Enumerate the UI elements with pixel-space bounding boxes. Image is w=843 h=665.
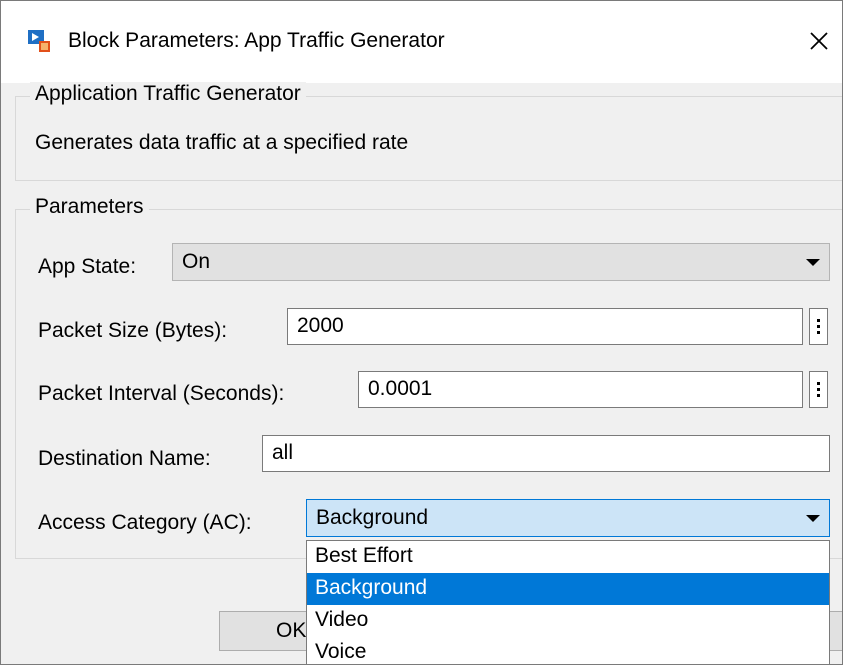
title-bar[interactable]: Block Parameters: App Traffic Generator [1, 1, 842, 83]
dialog-title: Block Parameters: App Traffic Generator [68, 29, 445, 52]
option-voice[interactable]: Voice [307, 637, 829, 664]
option-video[interactable]: Video [307, 605, 829, 637]
close-icon [810, 32, 828, 50]
option-background[interactable]: Background [307, 573, 829, 605]
block-parameters-dialog: Block Parameters: App Traffic Generator … [0, 0, 843, 665]
destination-name-input[interactable]: all [262, 435, 830, 472]
option-best-effort[interactable]: Best Effort [307, 541, 829, 573]
chevron-down-icon [806, 515, 820, 522]
packet-size-options-button[interactable] [809, 308, 828, 345]
description-group-legend: Application Traffic Generator [30, 82, 306, 106]
block-description: Generates data traffic at a specified ra… [35, 131, 409, 154]
packet-interval-input[interactable]: 0.0001 [358, 371, 803, 408]
chevron-down-icon [806, 259, 820, 266]
packet-size-label: Packet Size (Bytes): [38, 319, 228, 342]
destination-name-label: Destination Name: [38, 447, 211, 470]
packet-size-input[interactable]: 2000 [287, 308, 803, 345]
packet-interval-label: Packet Interval (Seconds): [38, 382, 285, 405]
parameters-group-legend: Parameters [30, 195, 149, 219]
access-category-select[interactable]: Background [306, 499, 830, 537]
simulink-block-icon [28, 30, 50, 52]
access-category-label: Access Category (AC): [38, 511, 252, 534]
app-state-label: App State: [38, 255, 137, 278]
app-state-select[interactable]: On [172, 243, 830, 281]
more-options-icon [817, 319, 820, 334]
close-button[interactable] [796, 15, 842, 67]
ok-button[interactable]: OK [219, 611, 314, 651]
cancel-button[interactable] [830, 611, 842, 651]
app-state-value: On [182, 250, 211, 273]
packet-interval-options-button[interactable] [809, 371, 828, 408]
access-category-dropdown: Best Effort Background Video Voice [306, 540, 830, 664]
access-category-value: Background [316, 506, 429, 529]
more-options-icon [817, 382, 820, 397]
